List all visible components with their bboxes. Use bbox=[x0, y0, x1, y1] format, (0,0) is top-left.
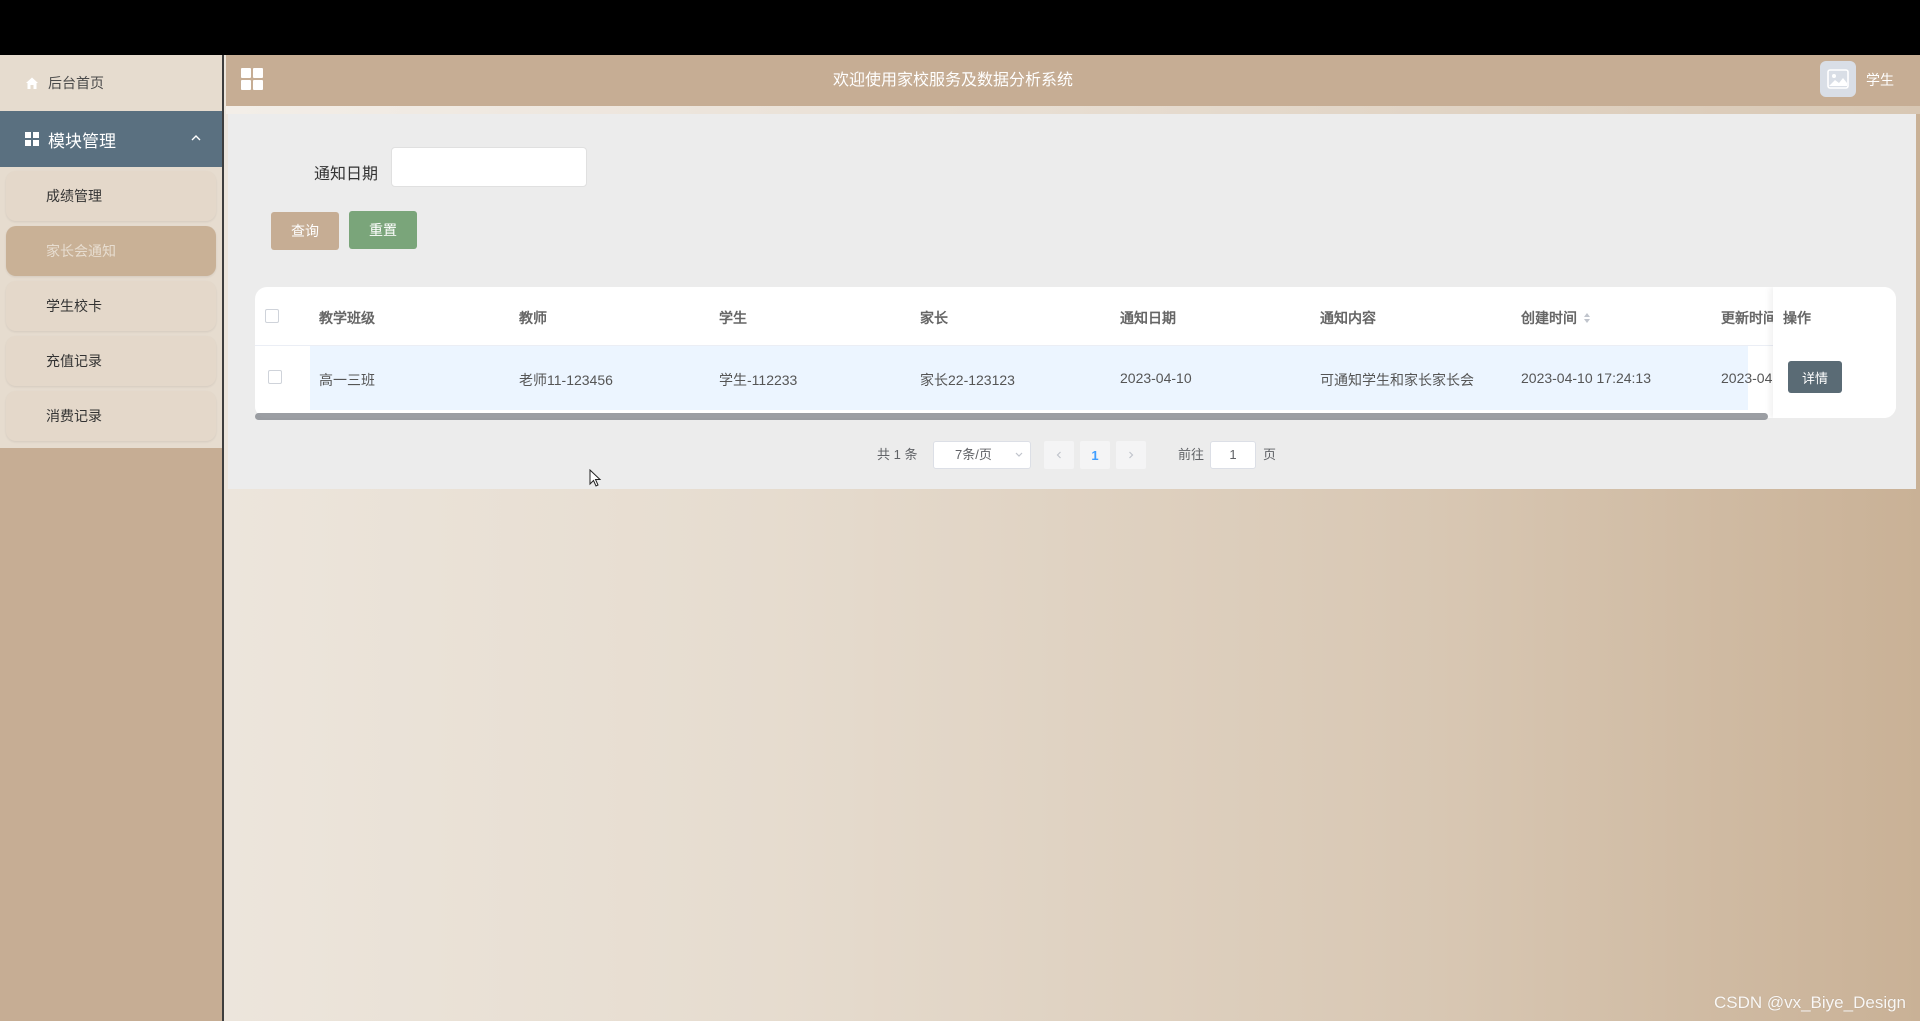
cell-class: 高一三班 bbox=[319, 372, 375, 388]
data-table: 教学班级 教师 学生 家长 通知日期 通知内容 创建时间 更新时间 高一三班 老… bbox=[255, 287, 1896, 418]
chevron-down-icon bbox=[1014, 442, 1024, 477]
col-teacher: 教师 bbox=[519, 310, 547, 326]
col-parent: 家长 bbox=[920, 310, 948, 326]
col-student: 学生 bbox=[719, 310, 747, 326]
notice-date-label: 通知日期 bbox=[314, 166, 379, 183]
cell-notice-content: 可通知学生和家长家长会 bbox=[1320, 372, 1474, 388]
goto-label: 前往 bbox=[1178, 447, 1205, 462]
sidebar-item-recharge[interactable]: 充值记录 bbox=[6, 336, 216, 386]
sidebar: 后台首页 模块管理 成绩管理 家长会通知 学生校卡 充值记录 消费记录 bbox=[0, 55, 224, 1021]
col-class: 教学班级 bbox=[319, 310, 375, 326]
top-header: 欢迎使用家校服务及数据分析系统 学生 bbox=[226, 55, 1920, 106]
page-suffix-label: 页 bbox=[1263, 447, 1277, 462]
sidebar-home-label: 后台首页 bbox=[48, 75, 104, 91]
avatar[interactable] bbox=[1820, 61, 1856, 97]
sidebar-item-label: 充值记录 bbox=[46, 353, 102, 369]
col-updated-time: 更新时间 bbox=[1721, 310, 1777, 326]
prev-page-button[interactable] bbox=[1044, 441, 1074, 469]
sidebar-item-grades[interactable]: 成绩管理 bbox=[6, 171, 216, 221]
col-operation: 操作 bbox=[1783, 310, 1811, 326]
sidebar-item-label: 消费记录 bbox=[46, 408, 102, 424]
sidebar-item-consumption[interactable]: 消费记录 bbox=[6, 391, 216, 441]
grid-icon bbox=[24, 131, 40, 147]
query-button[interactable]: 查询 bbox=[271, 212, 339, 250]
home-icon bbox=[24, 75, 40, 91]
sidebar-item-student-card[interactable]: 学生校卡 bbox=[6, 281, 216, 331]
user-name[interactable]: 学生 bbox=[1866, 55, 1894, 106]
page-size-select[interactable]: 7条/页 bbox=[933, 441, 1031, 469]
content-panel: 通知日期 查询 重置 教学班级 教师 学生 家长 通知日期 通知内容 创建时间 … bbox=[228, 114, 1916, 489]
cell-student: 学生-112233 bbox=[719, 372, 798, 388]
col-created-time[interactable]: 创建时间 bbox=[1521, 308, 1591, 328]
app-root: 后台首页 模块管理 成绩管理 家长会通知 学生校卡 充值记录 消费记录 欢迎使用… bbox=[0, 55, 1920, 1021]
sidebar-submenu: 成绩管理 家长会通知 学生校卡 充值记录 消费记录 bbox=[0, 167, 222, 448]
operation-column: 操作 详情 bbox=[1773, 287, 1896, 418]
page-number-1[interactable]: 1 bbox=[1080, 441, 1110, 469]
notice-date-input[interactable] bbox=[391, 147, 587, 187]
goto-page-input[interactable]: 1 bbox=[1210, 441, 1256, 469]
sort-icon[interactable] bbox=[1583, 311, 1591, 327]
page-title: 欢迎使用家校服务及数据分析系统 bbox=[832, 72, 1073, 89]
black-top-bar bbox=[0, 0, 1920, 55]
chevron-up-icon bbox=[190, 129, 202, 149]
sidebar-item-home[interactable]: 后台首页 bbox=[0, 55, 222, 111]
table-header: 教学班级 教师 学生 家长 通知日期 通知内容 创建时间 更新时间 bbox=[255, 287, 1896, 346]
sidebar-module-label: 模块管理 bbox=[48, 131, 116, 151]
sidebar-item-parent-meeting[interactable]: 家长会通知 bbox=[6, 226, 216, 276]
cell-created-time: 2023-04-10 17:24:13 bbox=[1521, 370, 1651, 386]
cell-updated-time: 2023-04- bbox=[1721, 370, 1778, 386]
table-row[interactable]: 高一三班 老师11-123456 学生-112233 家长22-123123 2… bbox=[255, 346, 1896, 410]
watermark: CSDN @vx_Biye_Design bbox=[1713, 993, 1906, 1012]
header-divider bbox=[226, 106, 1920, 114]
sidebar-item-label: 学生校卡 bbox=[46, 298, 102, 314]
col-notice-content: 通知内容 bbox=[1320, 310, 1376, 326]
sidebar-item-label: 成绩管理 bbox=[46, 188, 102, 204]
image-icon bbox=[1827, 69, 1849, 89]
detail-button[interactable]: 详情 bbox=[1788, 361, 1842, 393]
select-all-checkbox[interactable] bbox=[265, 309, 279, 323]
reset-button[interactable]: 重置 bbox=[349, 211, 417, 249]
col-notice-date: 通知日期 bbox=[1120, 310, 1176, 326]
page-size-value: 7条/页 bbox=[955, 447, 992, 462]
sidebar-module-header[interactable]: 模块管理 bbox=[0, 111, 222, 167]
sidebar-item-label: 家长会通知 bbox=[46, 243, 116, 259]
row-checkbox[interactable] bbox=[268, 370, 282, 384]
cell-teacher: 老师11-123456 bbox=[519, 372, 613, 388]
pagination-total: 共 1 条 bbox=[877, 447, 918, 462]
chevron-right-icon bbox=[1129, 451, 1134, 459]
chevron-left-icon bbox=[1056, 451, 1061, 459]
next-page-button[interactable] bbox=[1116, 441, 1146, 469]
cell-parent: 家长22-123123 bbox=[920, 372, 1015, 388]
col-created-time-label: 创建时间 bbox=[1521, 310, 1577, 326]
cell-notice-date: 2023-04-10 bbox=[1120, 370, 1192, 386]
table-horizontal-scrollbar[interactable] bbox=[255, 413, 1768, 420]
mouse-cursor-icon bbox=[589, 469, 602, 487]
